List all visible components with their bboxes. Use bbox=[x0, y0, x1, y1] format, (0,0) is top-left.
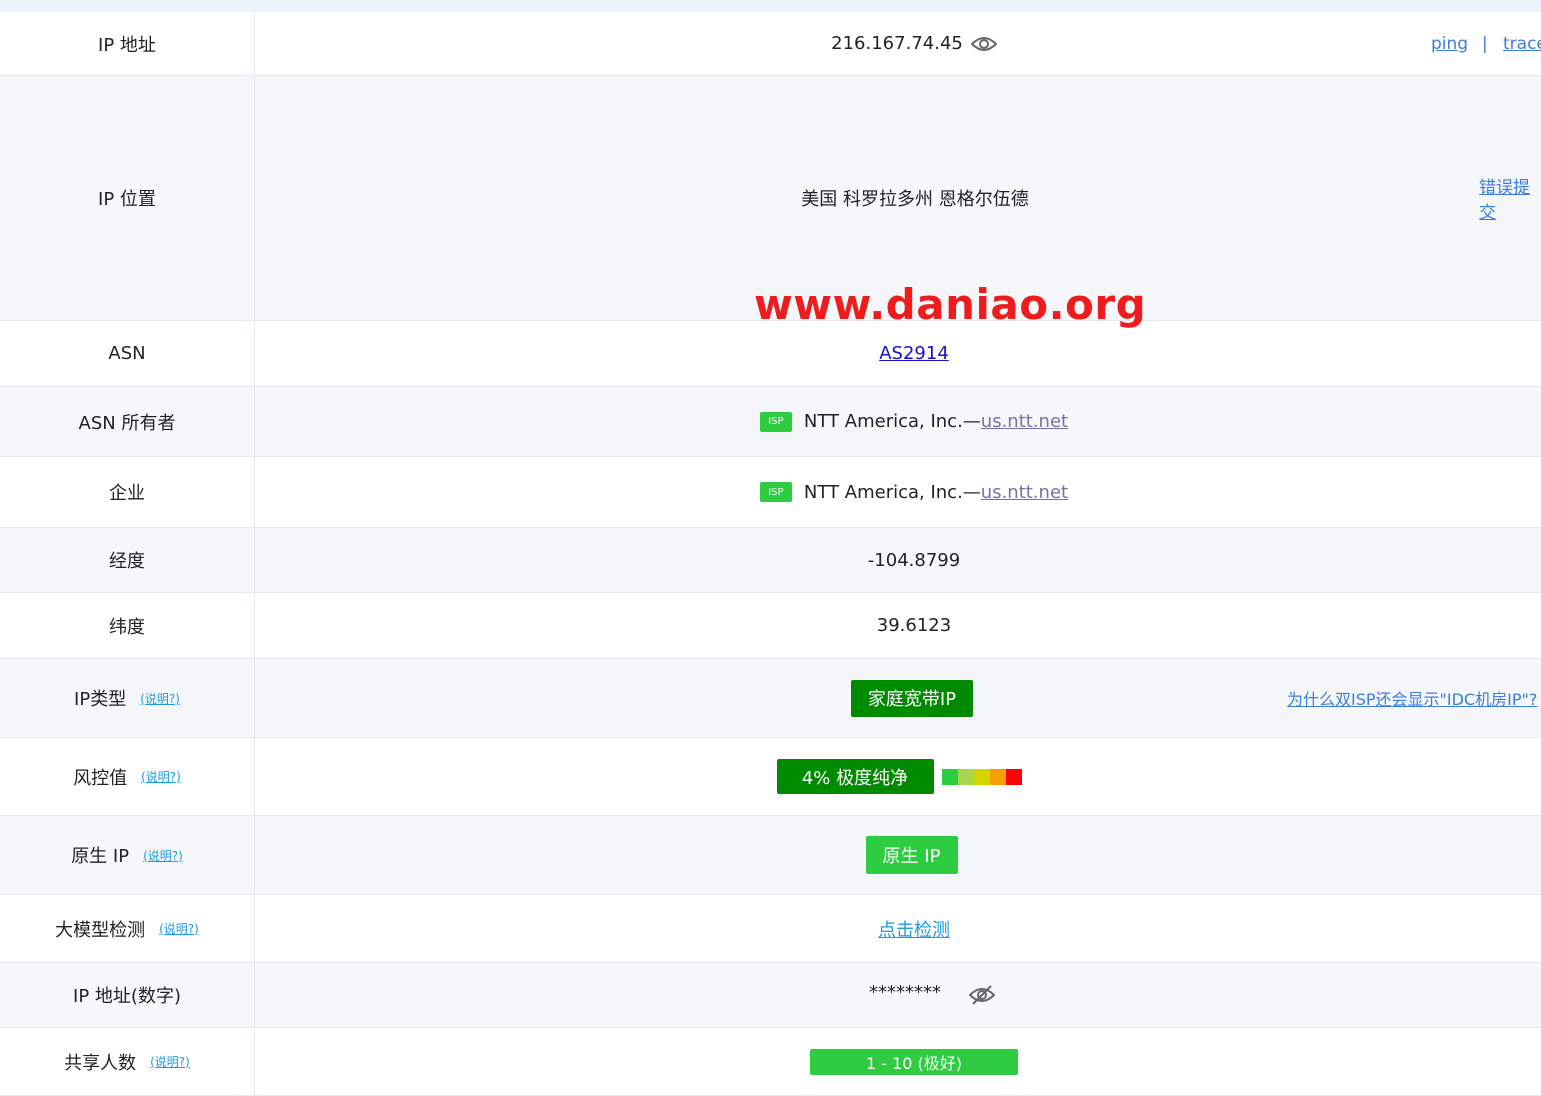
isp-badge: ISP bbox=[759, 411, 792, 432]
row-label: 经度 bbox=[0, 528, 255, 592]
row-value: 1 - 10 (极好) bbox=[255, 1028, 1541, 1095]
row-value: 216.167.74.45 bbox=[255, 12, 1541, 75]
row-value: ******** bbox=[255, 963, 1541, 1027]
company-domain-link[interactable]: us.ntt.net bbox=[981, 482, 1068, 503]
row-asn-owner: ASN 所有者 ISP NTT America, Inc.— us.ntt.ne… bbox=[0, 387, 1541, 457]
row-value: ISP NTT America, Inc.— us.ntt.net bbox=[255, 457, 1541, 527]
risk-score-tag: 4% 极度纯净 bbox=[776, 759, 934, 794]
dual-isp-explain-link[interactable]: 为什么双ISP还会显示"IDC机房IP"? bbox=[1287, 659, 1537, 737]
risk-scale-segment bbox=[1005, 768, 1022, 785]
row-value: AS2914 bbox=[255, 321, 1541, 386]
row-native-ip: 原生 IP (说明?) 原生 IP bbox=[0, 816, 1541, 895]
llm-check-link[interactable]: 点击检测 bbox=[878, 916, 950, 942]
row-asn: ASN AS2914 bbox=[0, 321, 1541, 387]
row-ip-address: IP 地址 216.167.74.45 ping | trace bbox=[0, 12, 1541, 76]
report-error-link[interactable]: 错误提交 bbox=[1479, 76, 1541, 320]
risk-scale-segment bbox=[989, 768, 1006, 785]
risk-scale-bar bbox=[941, 768, 1022, 785]
help-link[interactable]: (说明?) bbox=[150, 1053, 190, 1070]
trace-link[interactable]: trace bbox=[1503, 12, 1541, 75]
native-ip-tag: 原生 IP bbox=[865, 836, 958, 874]
company-name: NTT America, Inc.— bbox=[803, 481, 981, 503]
row-label: IP 位置 bbox=[0, 76, 255, 320]
row-llm-check: 大模型检测 (说明?) 点击检测 bbox=[0, 895, 1541, 963]
row-value: 点击检测 bbox=[255, 895, 1541, 962]
row-longitude: 经度 -104.8799 bbox=[0, 528, 1541, 593]
longitude-value: -104.8799 bbox=[867, 549, 961, 571]
row-label: ASN bbox=[0, 321, 255, 386]
row-label: IP类型 (说明?) bbox=[0, 659, 255, 737]
eye-off-icon[interactable] bbox=[969, 984, 995, 1006]
help-link[interactable]: (说明?) bbox=[143, 847, 183, 864]
row-label: 纬度 bbox=[0, 593, 255, 658]
ping-link[interactable]: ping bbox=[1431, 12, 1468, 75]
row-value: ISP NTT America, Inc.— us.ntt.net bbox=[255, 387, 1541, 456]
row-ip-type: IP类型 (说明?) 家庭宽带IP 为什么双ISP还会显示"IDC机房IP"? bbox=[0, 659, 1541, 738]
help-link[interactable]: (说明?) bbox=[141, 768, 181, 785]
row-ip-numeric: IP 地址(数字) ******** bbox=[0, 963, 1541, 1028]
location-value: 美国 科罗拉多州 恩格尔伍德 bbox=[801, 189, 1029, 210]
row-label: 原生 IP (说明?) bbox=[0, 816, 255, 894]
row-company: 企业 ISP NTT America, Inc.— us.ntt.net bbox=[0, 457, 1541, 528]
row-risk-score: 风控值 (说明?) 4% 极度纯净 bbox=[0, 738, 1541, 816]
help-link[interactable]: (说明?) bbox=[140, 690, 180, 707]
row-shared-users: 共享人数 (说明?) 1 - 10 (极好) bbox=[0, 1028, 1541, 1096]
asn-owner-name: NTT America, Inc.— bbox=[803, 411, 981, 432]
risk-scale-segment bbox=[957, 768, 974, 785]
row-label: 风控值 (说明?) bbox=[0, 738, 255, 815]
risk-scale-segment bbox=[941, 768, 958, 785]
latitude-value: 39.6123 bbox=[876, 615, 952, 636]
shared-users-tag: 1 - 10 (极好) bbox=[810, 1048, 1018, 1075]
help-link[interactable]: (说明?) bbox=[159, 920, 199, 937]
row-label: 共享人数 (说明?) bbox=[0, 1028, 255, 1095]
ip-numeric-value: ******** bbox=[869, 981, 941, 1003]
top-strip bbox=[0, 0, 1541, 12]
row-value: 39.6123 bbox=[255, 593, 1541, 658]
eye-icon[interactable] bbox=[970, 35, 997, 53]
row-label: IP 地址 bbox=[0, 12, 255, 75]
link-separator: | bbox=[1482, 33, 1488, 54]
row-label: IP 地址(数字) bbox=[0, 963, 255, 1027]
row-value: 原生 IP bbox=[255, 816, 1541, 894]
isp-badge: ISP bbox=[759, 482, 792, 502]
watermark-text: www.daniao.org bbox=[754, 280, 1147, 329]
row-value: 4% 极度纯净 bbox=[255, 738, 1541, 815]
asn-link[interactable]: AS2914 bbox=[879, 343, 949, 364]
row-latitude: 纬度 39.6123 bbox=[0, 593, 1541, 659]
asn-owner-domain-link[interactable]: us.ntt.net bbox=[981, 411, 1068, 432]
risk-scale-segment bbox=[973, 768, 990, 785]
ip-address-value: 216.167.74.45 bbox=[831, 33, 963, 54]
row-label: ASN 所有者 bbox=[0, 387, 255, 456]
row-value: -104.8799 bbox=[255, 528, 1541, 592]
row-label: 企业 bbox=[0, 457, 255, 527]
ip-type-tag: 家庭宽带IP bbox=[851, 679, 973, 717]
row-label: 大模型检测 (说明?) bbox=[0, 895, 255, 962]
